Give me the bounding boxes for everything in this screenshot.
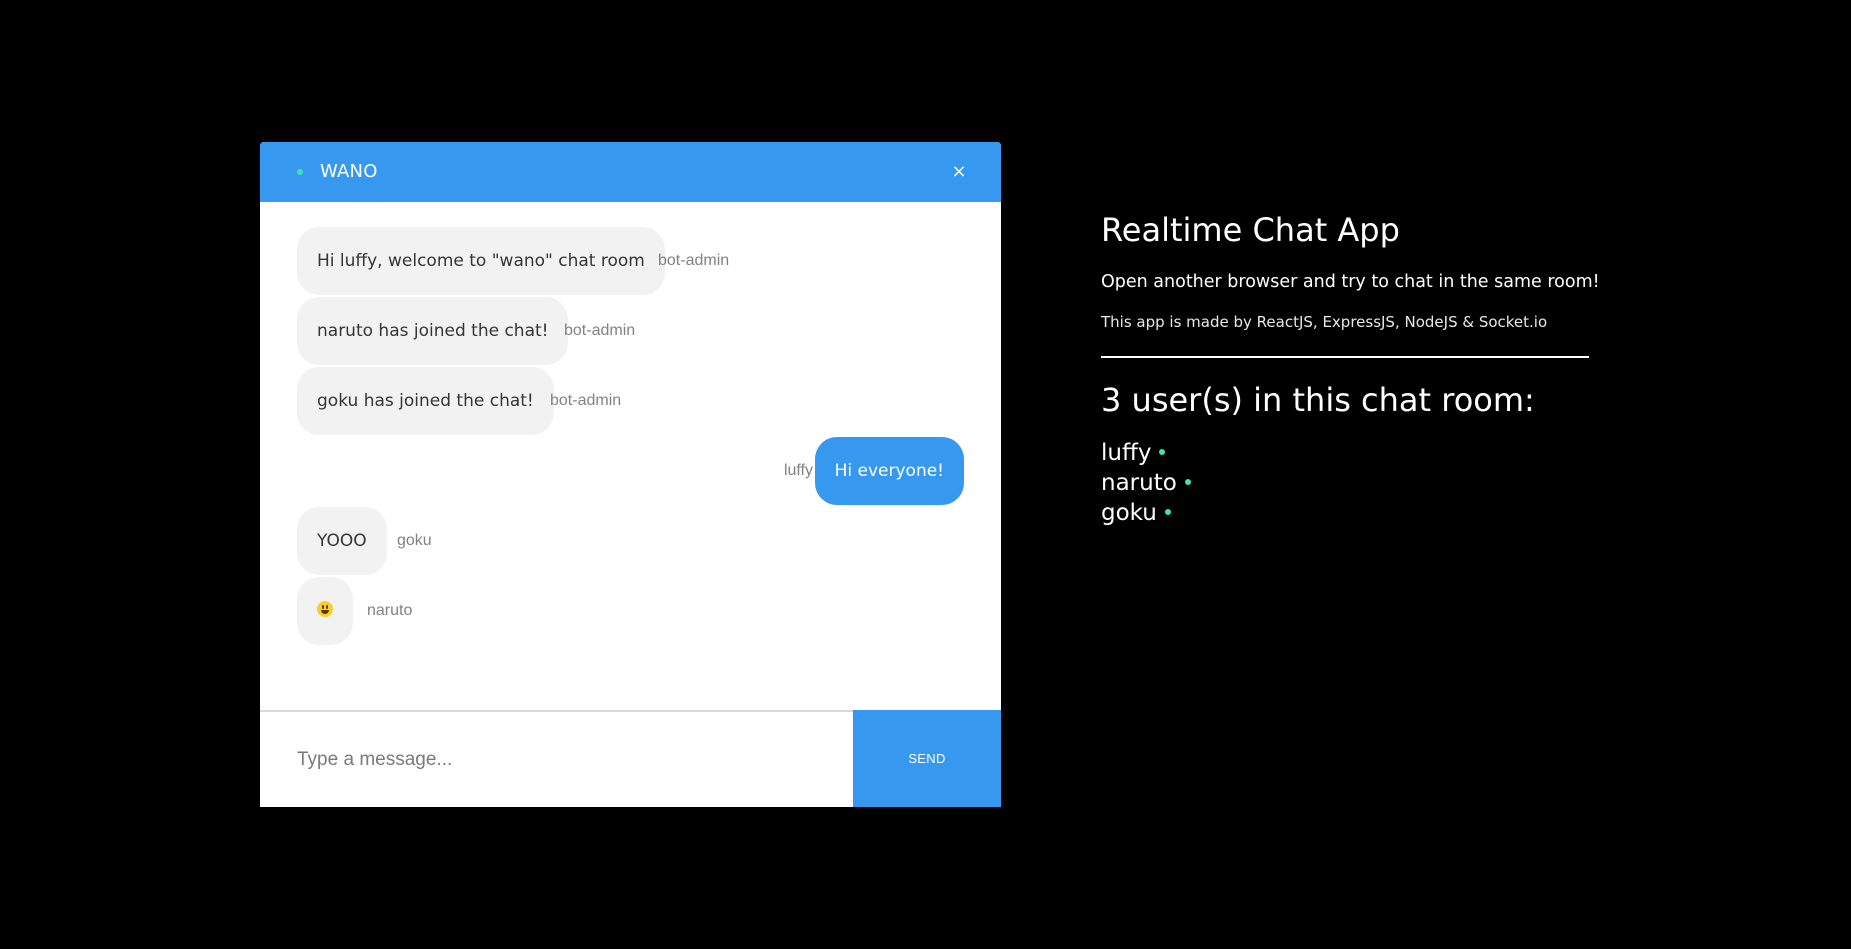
app-subtitle: Open another browser and try to chat in …: [1101, 272, 1600, 292]
online-status-icon: [297, 169, 303, 175]
message-row: naruto has joined the chat! bot-admin: [260, 297, 1001, 365]
message-list: Hi luffy, welcome to "wano" chat room bo…: [260, 202, 1001, 752]
user-item: naruto: [1101, 468, 1191, 498]
message-row-own: luffy Hi everyone!: [260, 437, 1001, 505]
message-input[interactable]: [260, 712, 853, 807]
message-sender: naruto: [367, 602, 413, 619]
message-bubble: Hi luffy, welcome to "wano" chat room: [297, 227, 665, 295]
online-status-icon: [1184, 478, 1191, 485]
message-composer: SEND: [260, 710, 1001, 807]
user-item: luffy: [1101, 438, 1191, 468]
message-sender: goku: [397, 532, 432, 549]
app-title: Realtime Chat App: [1101, 211, 1400, 249]
app-credits: This app is made by ReactJS, ExpressJS, …: [1101, 313, 1548, 331]
page: WANO × Hi luffy, welcome to "wano" chat …: [0, 0, 1851, 949]
room-name: WANO: [320, 161, 378, 182]
user-item: goku: [1101, 498, 1191, 528]
close-icon[interactable]: ×: [944, 157, 974, 187]
message-sender: bot-admin: [564, 322, 636, 339]
message-bubble: YOOO: [297, 507, 387, 575]
users-heading: 3 user(s) in this chat room:: [1101, 381, 1535, 419]
user-name: luffy: [1101, 440, 1152, 466]
message-bubble: naruto has joined the chat!: [297, 297, 569, 365]
grinning-face-emoji-icon: [317, 601, 333, 617]
message-bubble-own: Hi everyone!: [814, 437, 964, 505]
user-name: naruto: [1101, 470, 1177, 496]
message-sender: bot-admin: [550, 392, 622, 409]
message-sender: luffy: [783, 462, 813, 479]
message-bubble: [297, 577, 353, 645]
message-row: goku has joined the chat! bot-admin: [260, 367, 1001, 435]
message-row: Hi luffy, welcome to "wano" chat room bo…: [260, 227, 1001, 295]
chat-window: WANO × Hi luffy, welcome to "wano" chat …: [260, 142, 1001, 807]
chat-header: WANO ×: [260, 142, 1001, 202]
message-bubble: goku has joined the chat!: [297, 367, 554, 435]
message-row: YOOO goku: [260, 507, 1001, 575]
message-row: naruto: [260, 577, 1001, 645]
send-button[interactable]: SEND: [853, 710, 1001, 807]
online-status-icon: [1164, 508, 1171, 515]
divider: [1101, 356, 1589, 358]
user-name: goku: [1101, 500, 1157, 526]
online-status-icon: [1159, 448, 1166, 455]
message-sender: bot-admin: [658, 252, 730, 269]
user-list: luffy naruto goku: [1101, 438, 1191, 528]
